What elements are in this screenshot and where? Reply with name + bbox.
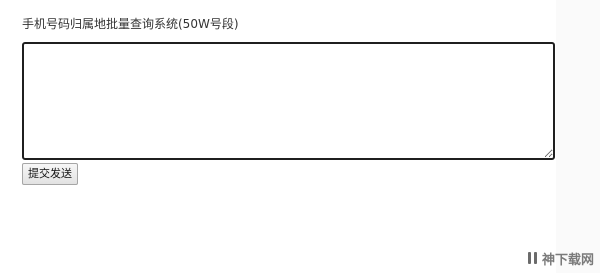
right-margin-strip xyxy=(556,0,600,273)
page: 手机号码归属地批量查询系统(50W号段) 提交发送 神下载网 xyxy=(0,0,600,273)
phone-numbers-textarea[interactable] xyxy=(22,42,555,160)
watermark: 神下载网 xyxy=(526,249,594,268)
page-title: 手机号码归属地批量查询系统(50W号段) xyxy=(22,17,239,31)
submit-button[interactable]: 提交发送 xyxy=(22,163,78,185)
watermark-logo-icon xyxy=(526,251,540,265)
watermark-text: 神下载网 xyxy=(541,252,594,268)
